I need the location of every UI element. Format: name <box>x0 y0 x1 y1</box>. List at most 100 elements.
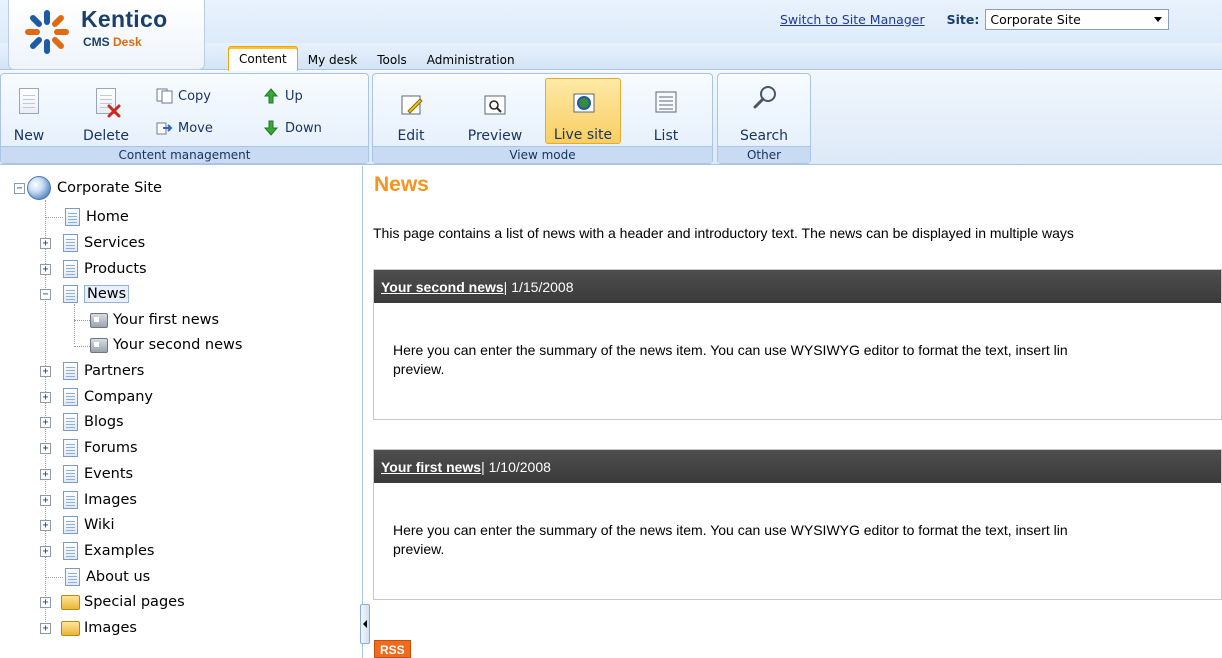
tree-item-images-folder[interactable]: + Images <box>40 617 137 639</box>
logo: Kentico CMS Desk <box>8 0 205 70</box>
news-title-link[interactable]: Your second news <box>381 279 504 295</box>
tree-item-label: Home <box>86 209 129 225</box>
tree-item-wiki[interactable]: + Wiki <box>40 514 114 536</box>
tree-item-your-second-news[interactable]: Your second news <box>90 334 242 356</box>
search-button-label: Search <box>739 128 789 144</box>
page-icon <box>63 388 78 406</box>
tree-item-products[interactable]: + Products <box>40 258 147 280</box>
page-icon <box>65 208 80 226</box>
tree-root[interactable]: − Corporate Site <box>14 176 162 200</box>
news-summary-line: preview. <box>393 361 445 377</box>
tree-item-about-us[interactable]: About us <box>65 566 150 588</box>
page-icon <box>65 568 80 586</box>
switch-to-site-manager-link[interactable]: Switch to Site Manager <box>780 12 925 27</box>
logo-title: Kentico <box>81 6 168 32</box>
page-icon <box>63 260 78 278</box>
edit-button[interactable]: Edit <box>391 78 431 144</box>
down-button[interactable]: Down <box>263 118 322 138</box>
tree-item-images[interactable]: + Images <box>40 489 137 511</box>
collapse-icon[interactable]: − <box>14 182 25 194</box>
arrow-up-icon <box>263 88 281 104</box>
collapse-icon[interactable]: − <box>40 288 51 300</box>
expand-icon[interactable]: + <box>40 391 51 403</box>
logo-subtitle-desk: Desk <box>113 35 142 49</box>
tree-item-forums[interactable]: + Forums <box>40 437 138 459</box>
move-button[interactable]: Move <box>156 118 213 138</box>
page-icon <box>63 491 78 509</box>
expand-icon[interactable]: + <box>40 519 51 531</box>
delete-button[interactable]: Delete <box>79 78 133 144</box>
news-summary: Here you can enter the summary of the ne… <box>374 303 1221 419</box>
tab-administration[interactable]: Administration <box>417 49 525 71</box>
tree-item-label-selected: News <box>84 285 130 303</box>
expand-icon[interactable]: + <box>40 237 51 249</box>
tree-item-company[interactable]: + Company <box>40 386 153 408</box>
tree-item-label: Examples <box>84 543 155 559</box>
news-icon <box>90 312 108 328</box>
news-date: | 1/15/2008 <box>503 278 574 295</box>
expand-icon[interactable]: + <box>40 468 51 480</box>
tree-item-services[interactable]: + Services <box>40 232 145 254</box>
collapse-panel-handle[interactable] <box>360 604 370 644</box>
list-button-label: List <box>653 128 679 144</box>
page-icon <box>63 362 78 380</box>
news-date: | 1/10/2008 <box>481 458 551 475</box>
folder-icon <box>61 620 80 636</box>
live-site-button[interactable]: Live site <box>545 78 621 144</box>
tree-item-label: Wiki <box>84 517 115 533</box>
tree-connector <box>45 577 63 578</box>
tree-item-label: Partners <box>84 363 145 379</box>
new-button[interactable]: New <box>7 78 51 144</box>
expand-icon[interactable]: + <box>40 494 51 506</box>
logo-subtitle-cms: CMS <box>83 35 110 49</box>
news-summary: Here you can enter the summary of the ne… <box>374 483 1221 599</box>
page-title: News <box>374 173 429 196</box>
move-icon <box>156 120 174 136</box>
arrow-down-icon <box>263 120 281 136</box>
up-button[interactable]: Up <box>263 86 303 106</box>
view-mode-caption: View mode <box>373 146 712 163</box>
tree-item-your-first-news[interactable]: Your first news <box>90 309 219 331</box>
page-icon <box>63 285 78 303</box>
expand-icon[interactable]: + <box>40 416 51 428</box>
rss-button[interactable]: RSS <box>374 640 411 658</box>
view-mode-group: Edit Preview Live site List View mode <box>372 73 713 164</box>
tab-my-desk[interactable]: My desk <box>298 49 367 71</box>
expand-icon[interactable]: + <box>40 442 51 454</box>
tree-item-label: Blogs <box>84 414 124 430</box>
chevron-down-icon <box>1154 16 1163 22</box>
tree-item-label: Company <box>84 389 153 405</box>
live-site-globe-icon <box>573 93 595 113</box>
search-button[interactable]: Search <box>734 78 794 144</box>
tree-item-home[interactable]: Home <box>65 206 129 228</box>
tree-connector <box>74 320 90 321</box>
toolbar: New Delete Copy Move Up Down Content man… <box>0 71 1222 165</box>
news-title-link[interactable]: Your first news <box>381 459 481 475</box>
tree-item-blogs[interactable]: + Blogs <box>40 411 124 433</box>
expand-icon[interactable]: + <box>40 596 51 608</box>
tab-content[interactable]: Content <box>228 46 298 71</box>
expand-icon[interactable]: + <box>40 545 51 557</box>
tab-tools[interactable]: Tools <box>367 49 417 71</box>
content-management-caption: Content management <box>1 146 368 163</box>
expand-icon[interactable]: + <box>40 365 51 377</box>
live-site-button-label: Live site <box>553 127 613 143</box>
tree-item-special-pages[interactable]: + Special pages <box>40 591 185 613</box>
new-document-icon <box>19 88 39 114</box>
preview-button[interactable]: Preview <box>463 78 527 144</box>
tree-item-events[interactable]: + Events <box>40 463 133 485</box>
tree-item-label: Services <box>84 235 146 251</box>
tree-item-examples[interactable]: + Examples <box>40 540 154 562</box>
news-header: Your second news | 1/15/2008 <box>374 270 1221 303</box>
search-icon <box>753 86 776 109</box>
expand-icon[interactable]: + <box>40 263 51 275</box>
news-icon <box>90 337 108 353</box>
copy-button[interactable]: Copy <box>156 86 211 106</box>
site-select[interactable]: Corporate Site <box>985 8 1170 30</box>
expand-icon[interactable]: + <box>40 622 51 634</box>
tree-item-news[interactable]: − News <box>40 283 130 305</box>
tree-item-partners[interactable]: + Partners <box>40 360 144 382</box>
edit-icon <box>401 95 423 115</box>
list-button[interactable]: List <box>641 78 691 144</box>
site-switcher: Switch to Site Manager Site: Corporate S… <box>780 8 1170 30</box>
